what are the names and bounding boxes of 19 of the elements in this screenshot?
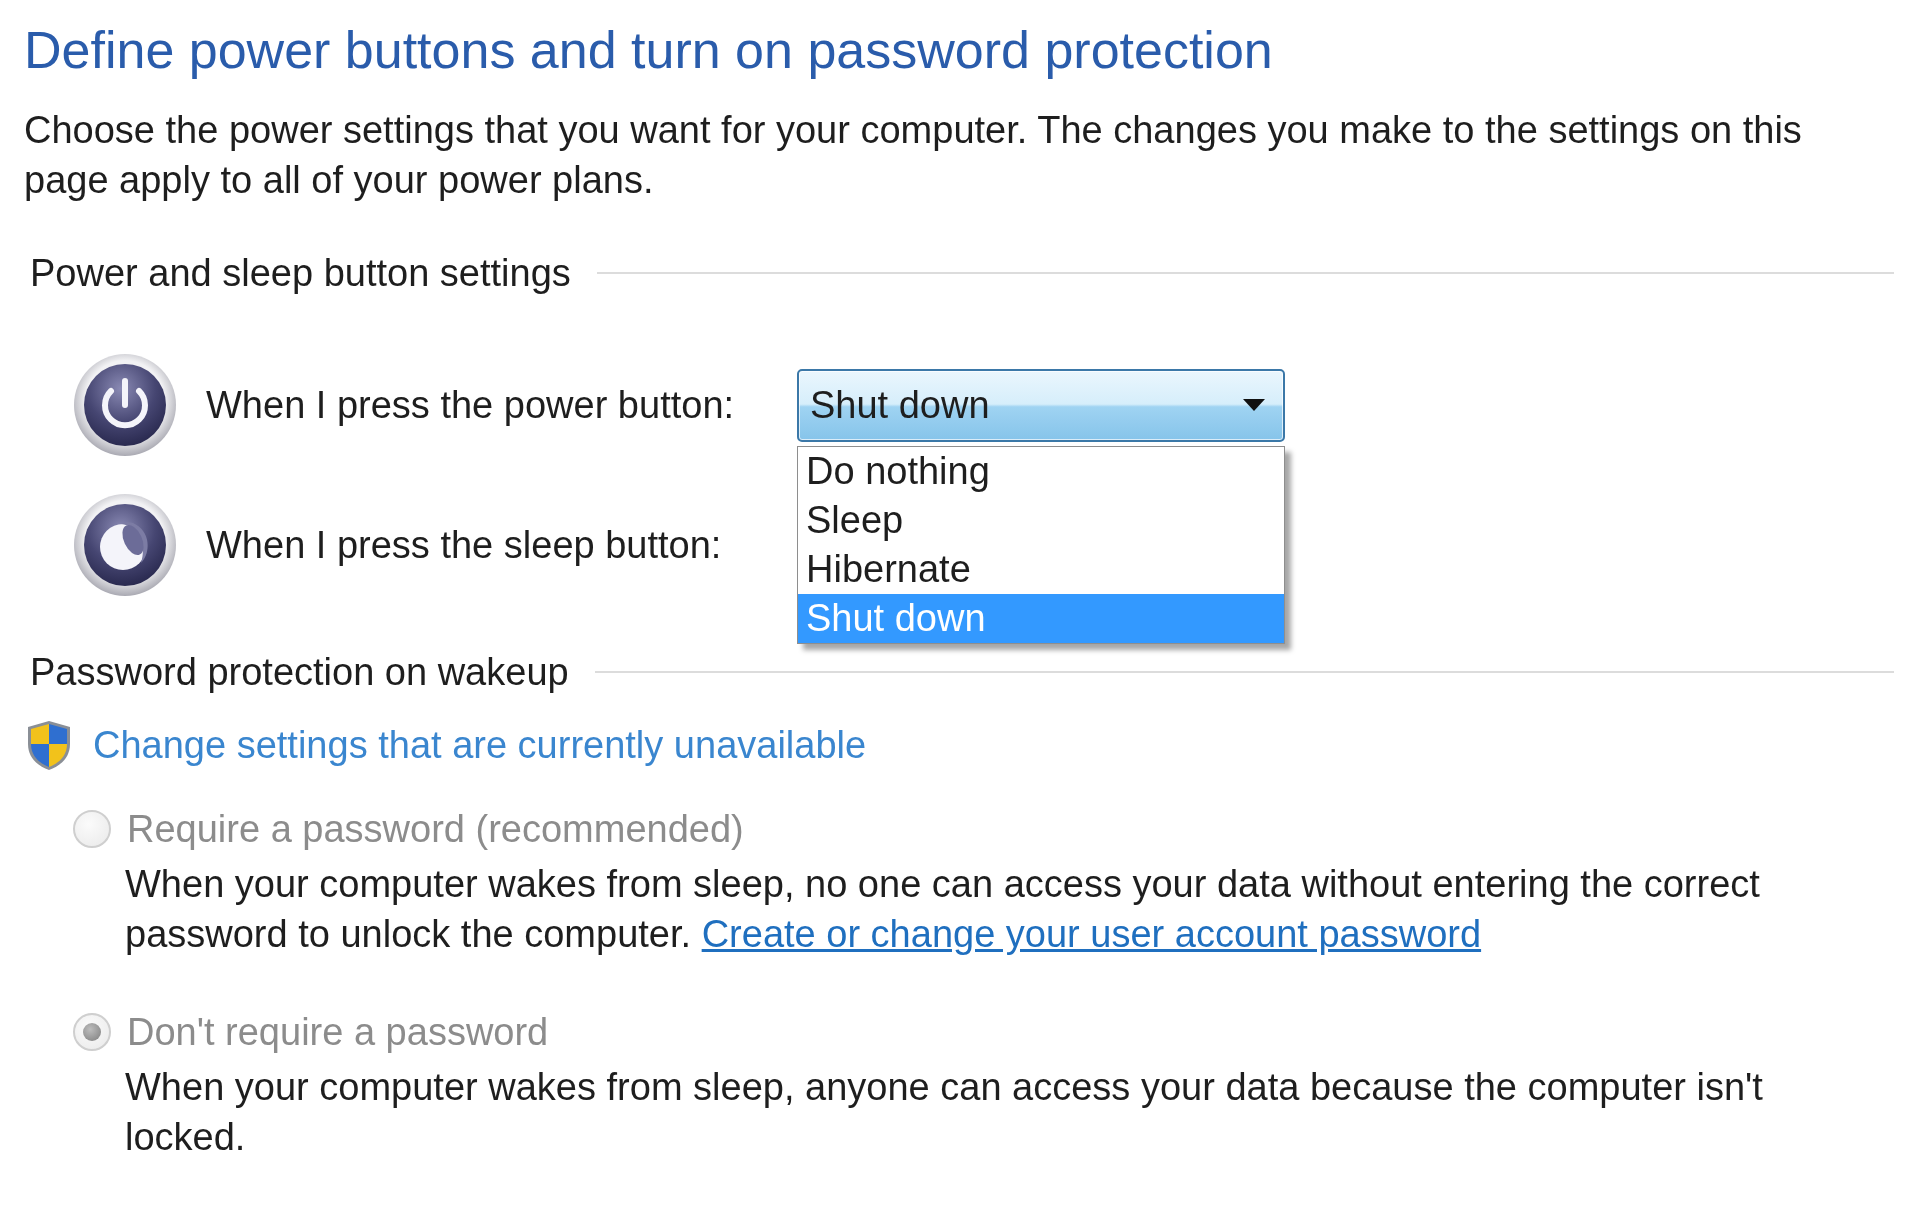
caret-icon (1243, 399, 1265, 411)
page-title: Define power buttons and turn on password protection (24, 22, 1274, 78)
radio-label: Don't require a password (127, 1009, 549, 1055)
field-label: When I press the power button: (205, 382, 736, 428)
dropdown[interactable]: Shut down (797, 368, 1285, 442)
moon-icon (73, 493, 177, 597)
description-text: When your computer wakes from sleep, anyone can access your data because the computer isn't locked. (125, 1065, 1764, 1160)
dropdown-option[interactable]: Hibernate (798, 544, 1284, 594)
section-heading: Power and sleep button settings (30, 251, 571, 296)
admin-link[interactable]: Change settings that are currently unavailable (93, 716, 867, 774)
section-heading: Password protection on wakeup (30, 650, 569, 695)
shield-icon (27, 719, 71, 771)
dropdown-option[interactable]: Sleep (798, 495, 1284, 545)
radio-label: Require a password (recommended) (127, 806, 744, 852)
field-label: When I press the sleep button: (205, 522, 723, 568)
description-text: When your computer wakes from sleep, no one can access your data without entering the correct password to unlock the computer. Create or change your user account password (125, 862, 1761, 957)
dropdown-option[interactable]: Do nothing (798, 446, 1284, 496)
intro-text: Choose the power settings that you want for your computer. The changes you make to the settings on this page apply to all of your power plans. (24, 108, 1803, 203)
power-icon (73, 353, 177, 457)
